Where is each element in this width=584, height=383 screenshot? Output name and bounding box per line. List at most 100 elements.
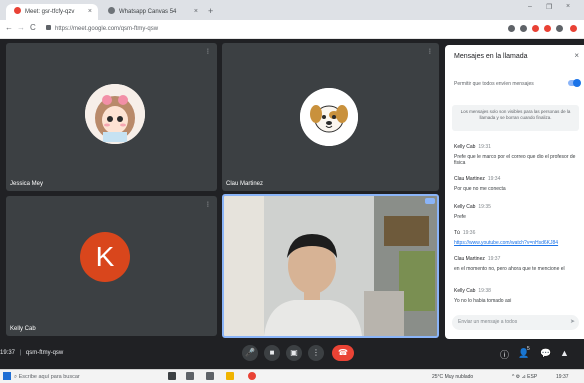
chat-icon[interactable]: 💬 [540,348,551,359]
present-button[interactable]: ▣ [286,345,302,361]
meet-stage: ⋮ Jessica Mey ⋮ Clau Martinez ⋮ K Kelly … [0,39,584,339]
weather-widget[interactable]: 25°C Muy nublado [432,372,473,382]
chat-panel: Mensajes en la llamada × Permitir que to… [445,45,584,339]
tab-meet[interactable]: Meet: gsr-tfcfy-qzv × [6,4,98,20]
message-text: Por que no me conecta [454,186,506,192]
meeting-info: 19:37 | qsm-ftmy-qsw [0,350,63,356]
allow-messages-label: Permitir que todos envíen mensajes [454,81,534,87]
participant-tile-kelly[interactable]: ⋮ K Kelly Cab [6,196,217,336]
url-text: https://meet.google.com/qsm-ftmy-qsw [55,26,159,32]
avatar-puppy [300,88,358,146]
windows-taskbar: ⌕ Escribe aquí para buscar 25°C Muy nubl… [0,369,584,383]
bookmark-star-icon[interactable] [520,25,527,32]
message-text: Prefe [454,214,466,220]
message-sender: Clau Martinez [454,176,485,182]
restore-icon[interactable]: ❐ [546,3,552,11]
store-icon[interactable] [206,372,214,380]
participant-name: Kelly Cab [10,326,36,332]
extension-icon[interactable] [544,25,551,32]
tab-close-icon[interactable]: × [194,4,198,20]
start-windows-icon[interactable] [3,372,11,380]
message-sender: Tú [454,230,460,236]
profile-avatar[interactable] [570,25,577,32]
tab-meet-label: Meet: gsr-tfcfy-qzv [25,9,75,15]
chat-title: Mensajes en la llamada [454,53,528,60]
new-tab-button[interactable]: + [208,4,213,18]
extensions-puzzle-icon[interactable] [556,25,563,32]
end-call-button[interactable]: ☎ [332,345,354,361]
send-icon[interactable]: ➤ [570,315,575,330]
info-icon[interactable]: ⓘ [500,348,509,361]
folder-icon[interactable] [226,372,234,380]
task-view-icon[interactable] [168,372,176,380]
message-sender: Kelly Cab [454,204,476,210]
weather-temp: 25°C [432,374,444,380]
taskbar-clock[interactable]: 19:37 [556,372,569,382]
more-options-button[interactable]: ⋮ [308,345,324,361]
camera-button[interactable]: ■ [264,345,280,361]
message-time: 19:34 [487,176,501,182]
message-time: 19:36 [462,230,476,236]
chat-message: Kelly Cab 19:35 Prefe [454,195,578,220]
tile-more-icon[interactable]: ⋮ [205,201,211,208]
tab-whatsapp-label: Whatsapp Canvas 54 [119,9,177,15]
message-sender: Clau Martinez [454,256,485,262]
weather-desc: Muy nublado [444,374,474,380]
whatsapp-favicon-icon [108,7,115,14]
people-count: 5 [527,346,530,352]
mic-button[interactable]: 🎤 [242,345,258,361]
message-link[interactable]: https://www.youtube.com/watch?v=nHsd6KJ8… [454,240,578,246]
cartoon-girl-icon [85,84,145,144]
message-time: 19:38 [478,288,491,294]
chat-notice: Los mensajes solo son visibles para las … [452,105,579,131]
back-icon[interactable]: ← [5,23,13,32]
chat-message: Clau Martinez 19:37 en el momento no, per… [454,247,578,272]
message-sender: Kelly Cab [454,288,476,294]
separator: | [19,350,22,356]
close-icon[interactable]: × [574,51,579,60]
participant-tile-clau[interactable]: ⋮ Clau Martinez [222,43,439,191]
pin-icon[interactable] [425,198,435,204]
tab-close-icon[interactable]: × [88,4,92,20]
forward-icon[interactable]: → [17,23,25,32]
activities-icon[interactable]: ▲ [560,348,569,358]
file-explorer-icon[interactable] [186,372,194,380]
camera-permission-icon[interactable] [508,25,515,32]
participant-tile-self[interactable] [222,194,439,338]
tile-more-icon[interactable]: ⋮ [205,48,211,55]
meeting-time: 19:37 [0,350,16,356]
puppy-icon [300,88,358,146]
meeting-code: qsm-ftmy-qsw [25,350,64,356]
participant-tile-jessica[interactable]: ⋮ Jessica Mey [6,43,217,191]
chat-message: Kelly Cab 19:31 Prefe que le marco por el… [454,135,578,166]
chat-message: Clau Martinez 19:34 Por que no me conecta [454,167,578,192]
browser-tab-bar: Meet: gsr-tfcfy-qzv × Whatsapp Canvas 54… [0,0,584,20]
taskbar-search-placeholder: Escribe aquí para buscar [18,374,80,380]
reload-icon[interactable]: C [30,23,36,32]
message-text: en el momento no, pero ahora que te menc… [454,266,565,272]
avatar-cartoon-girl [85,84,145,144]
camera-video-feed [224,196,437,336]
tile-more-icon[interactable]: ⋮ [427,48,433,55]
allow-messages-toggle[interactable] [568,79,581,87]
tab-whatsapp[interactable]: Whatsapp Canvas 54 × [100,4,204,20]
lock-icon [46,25,51,30]
participant-name: Clau Martinez [226,181,264,187]
chat-input[interactable]: Enviar un mensaje a todos ➤ [452,315,579,330]
chat-message: Tú 19:36 https://www.youtube.com/watch?v=… [454,221,578,246]
chrome-icon[interactable] [248,372,256,380]
meet-favicon-icon [14,7,21,14]
message-text: Yo no lo habia tomado asi [454,298,512,304]
minimize-icon[interactable]: – [528,3,532,10]
participant-name: Jessica Mey [10,181,44,187]
avatar-letter: K [80,232,130,282]
message-sender: Kelly Cab [454,144,476,150]
system-tray-icons[interactable]: ^ ⚙ ⊿ ESP [512,372,537,382]
url-field[interactable]: https://meet.google.com/qsm-ftmy-qsw [46,23,494,36]
message-time: 19:37 [487,256,501,262]
window-close-icon[interactable]: × [566,3,570,10]
chat-input-placeholder: Enviar un mensaje a todos [458,319,518,325]
extension-icon[interactable] [532,25,539,32]
taskbar-search[interactable]: ⌕ Escribe aquí para buscar [14,372,154,382]
message-time: 19:31 [478,144,491,150]
